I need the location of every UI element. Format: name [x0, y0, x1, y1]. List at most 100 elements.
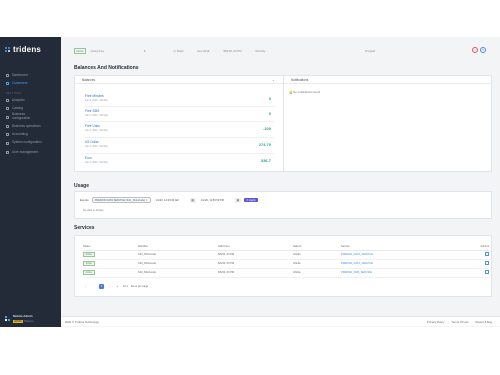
card-title: Balances [82, 77, 96, 82]
table-row: Active S10_Shortcode 8/5/20, 00 PM Infin… [83, 250, 489, 260]
usage-empty-text: No data to display [83, 209, 104, 212]
chevron-down-icon[interactable]: ⌄ [272, 77, 275, 82]
balance-date: Jan 9, 2020 · Monthly [85, 161, 108, 164]
table-cell: S10_Shortcode [138, 268, 218, 278]
sidebar-item-business-configuration[interactable]: Business configuration [0, 112, 61, 122]
sidebar-item-customers[interactable]: Customers [0, 79, 61, 87]
table-cell: Dec 2019 [197, 48, 210, 53]
table-cell: S10_Shortcode [138, 259, 218, 269]
pagination: ‹ 1 › » 10 ▾ items per page [83, 284, 148, 289]
sidebar-item-catalog[interactable]: Catalog [0, 104, 61, 112]
balance-date: Jan 9, 2020 · Monthly [85, 145, 108, 148]
copyright: 2020 © Tridens Technology [65, 320, 99, 324]
gear-icon [6, 141, 9, 145]
privacy-policy-link[interactable]: Privacy Policy [427, 320, 444, 324]
balance-name[interactable]: US Dollar [85, 140, 275, 144]
sidebar-item-analytics[interactable]: Analytics [0, 96, 61, 104]
balances-card: Balances ⌄ Free Minutes Jan 9, 2020 · Mo… [74, 75, 284, 172]
table-cell: Infinite [293, 250, 341, 260]
accounting-icon [6, 132, 9, 136]
table-cell: Infinite [293, 259, 341, 269]
user-org: Tridens ▾ [23, 320, 34, 323]
briefcase-icon [6, 115, 9, 119]
status-badge: Active [74, 47, 86, 54]
page-size-select[interactable]: 10 ▾ [123, 285, 128, 288]
balance-row: US Dollar Jan 9, 2020 · Monthly 274.70 [85, 140, 275, 152]
app-name: tridens [13, 45, 42, 54]
table-row: Active S10_Shortcode 8/5/20, 00 PM Infin… [83, 268, 489, 278]
table-cell: N. Build [173, 48, 184, 53]
services-card: Status Identifier Valid from Valid to Se… [74, 235, 492, 297]
table-cell: $35.00, 00 PM [223, 48, 242, 53]
delete-icon[interactable]: × [472, 47, 478, 53]
usage-filter-row: Events PREPAID DATA SERVICE (S10_Shortco… [80, 197, 259, 203]
user-menu[interactable]: Mobile Admin ADMIN Tridens ▾ [5, 314, 34, 323]
table-cell: Prepaid [365, 48, 375, 53]
page-button[interactable]: 1 [99, 284, 104, 289]
sidebar-item-accounting[interactable]: Accounting [0, 130, 61, 138]
balance-row: Euro Jan 9, 2020 · Monthly 336.7 [85, 156, 275, 168]
balance-row: Free Units Jan 9, 2020 · Monthly -100 [85, 124, 275, 136]
balance-name[interactable]: Free SMS [85, 109, 275, 113]
sidebar-item-dashboard[interactable]: Dashboard [0, 71, 61, 79]
notifications-empty-text: 🔔 No notifications found [289, 90, 321, 94]
avatar [5, 316, 10, 321]
service-link[interactable]: PREPAID_SMS_SERVICE [341, 271, 372, 274]
operations-icon [6, 124, 9, 128]
user-management-icon [6, 150, 9, 154]
notifications-card-header: Notifications [284, 76, 491, 84]
balances-section-title: Balances And Notifications [74, 65, 139, 71]
prev-page-button[interactable]: ‹ [83, 284, 88, 289]
sidebar-item-label: Customers [12, 81, 28, 85]
services-table: Status Identifier Valid from Valid to Se… [83, 244, 489, 278]
table-cell: Infinite [293, 268, 341, 278]
event-select[interactable]: PREPAID DATA SERVICE (S10_Shortcode) × [91, 197, 151, 203]
sidebar-item-system-configuration[interactable]: System configuration [0, 138, 61, 148]
services-section-title: Services [74, 225, 95, 231]
report-bug-link[interactable]: Report A Bug [476, 320, 492, 324]
notifications-card: Notifications 🔔 No notifications found [283, 75, 492, 172]
sidebar-item-label: Dashboard [12, 73, 28, 77]
table-row: Active S10_Shortcode 8/5/20, 00 PM Infin… [83, 259, 489, 269]
table-cell: 8/5/20, 00 PM [218, 268, 293, 278]
apply-button[interactable]: ⟳ Apply [243, 197, 259, 203]
subscription-row: Active Group Fee $ N. Build Dec 2019 $35… [74, 46, 492, 55]
sidebar-item-label: Business operations [12, 124, 41, 128]
calendar-icon[interactable]: ▦ [189, 197, 196, 203]
sidebar-item-label: System configuration [12, 140, 42, 145]
card-title: Notifications [291, 77, 309, 82]
balance-row: Free Minutes Jan 9, 2020 · Monthly 0 [85, 94, 275, 106]
logo[interactable]: tridens [5, 45, 41, 54]
sidebar-item-label: User management [12, 150, 39, 154]
table-cell: $ [144, 48, 146, 53]
edit-icon[interactable] [485, 252, 489, 256]
sidebar-item-user-management[interactable]: User management [0, 148, 61, 156]
terms-link[interactable]: Terms Of Use [451, 320, 468, 324]
balance-date: Jan 9, 2020 · Monthly [85, 129, 108, 132]
status-badge: Active [83, 252, 95, 257]
service-link[interactable]: PREPAID_DATA_SERVICE [341, 262, 373, 265]
balance-value: 0 [268, 96, 271, 101]
next-page-button[interactable]: › [107, 284, 112, 289]
sidebar-item-label: Accounting [12, 132, 28, 136]
table-cell: Monthly [255, 48, 266, 53]
from-date-input[interactable]: 1/1/20, 12:00:00 AM [156, 199, 179, 202]
table-cell: 8/5/20, 00 PM [218, 250, 293, 260]
balance-name[interactable]: Euro [85, 156, 275, 160]
balances-card-header[interactable]: Balances ⌄ [75, 76, 283, 84]
balance-name[interactable]: Free Units [85, 124, 275, 128]
tridens-logo-icon [5, 47, 10, 52]
per-page-label: items per page [130, 285, 149, 288]
edit-icon[interactable]: ✎ [480, 47, 486, 53]
balance-date: Jan 9, 2020 · Monthly [85, 99, 108, 102]
table-cell: Group Fee [90, 48, 104, 53]
service-link[interactable]: PREPAID_DATA_SERVICE [341, 253, 373, 256]
sidebar-item-business-operations[interactable]: Business operations [0, 122, 61, 130]
table-cell: S10_Shortcode [138, 250, 218, 260]
last-page-button[interactable]: » [115, 284, 120, 289]
edit-icon[interactable] [485, 270, 489, 274]
calendar-icon[interactable]: ▦ [234, 197, 241, 203]
to-date-input[interactable]: 1/1/20, 11:59:59 PM [201, 199, 224, 202]
edit-icon[interactable] [485, 261, 489, 265]
balance-name[interactable]: Free Minutes [85, 94, 275, 98]
